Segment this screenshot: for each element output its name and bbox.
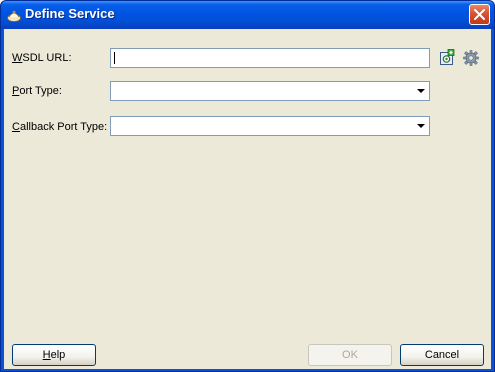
close-button[interactable]	[469, 4, 490, 25]
help-button[interactable]: Help	[12, 344, 96, 366]
find-service-gear-icon[interactable]	[462, 49, 480, 67]
port-type-select[interactable]	[110, 81, 430, 101]
callback-port-type-label: Callback Port Type:	[12, 121, 108, 133]
dialog-title: Define Service	[25, 6, 115, 21]
app-icon	[6, 7, 22, 23]
dialog-body: WSDL URL: Port Type: Callback Port Type:…	[4, 29, 491, 369]
close-icon	[474, 9, 485, 20]
text-caret	[114, 52, 115, 64]
chevron-down-icon	[417, 89, 425, 93]
wsdl-url-label: WSDL URL:	[12, 52, 72, 64]
cancel-button[interactable]: Cancel	[400, 344, 484, 366]
ok-button[interactable]: OK	[308, 344, 392, 366]
port-type-label: Port Type:	[12, 85, 62, 97]
callback-port-type-select[interactable]	[110, 116, 430, 136]
define-service-dialog: Define Service WSDL URL: Port Type: Call…	[0, 0, 495, 372]
title-bar[interactable]: Define Service	[1, 1, 494, 29]
chevron-down-icon	[417, 124, 425, 128]
wsdl-url-input[interactable]	[110, 48, 430, 68]
wsdl-browse-icon[interactable]	[438, 49, 456, 67]
